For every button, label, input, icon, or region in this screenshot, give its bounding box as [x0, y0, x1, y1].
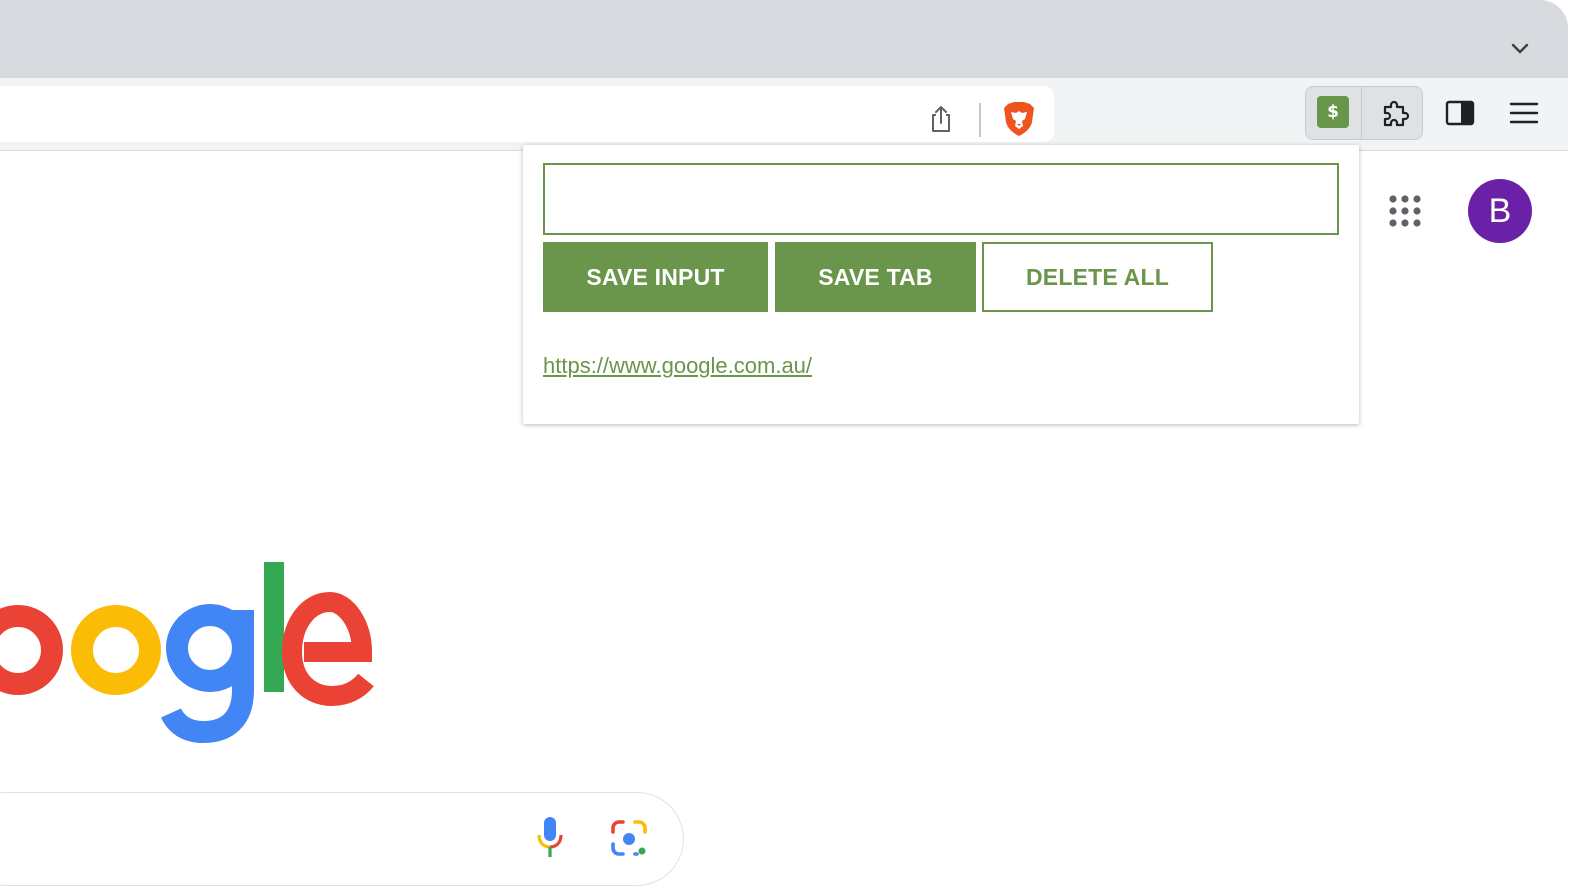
tab-strip: [0, 0, 1568, 78]
lens-search-button[interactable]: [606, 815, 652, 861]
saved-lead-link[interactable]: https://www.google.com.au/: [543, 353, 812, 379]
save-tab-button[interactable]: SAVE TAB: [775, 242, 976, 312]
apps-grid-icon: [1389, 195, 1421, 227]
browser-menu-button[interactable]: [1504, 93, 1544, 133]
side-panel-icon: [1445, 100, 1475, 126]
tab-search-button[interactable]: [1505, 33, 1535, 63]
share-button[interactable]: [922, 100, 960, 138]
camera-lens-icon: [611, 820, 647, 856]
window-edge: [1568, 0, 1576, 889]
extensions-button[interactable]: [1376, 93, 1416, 133]
microphone-icon: [537, 817, 563, 857]
dollar-icon: $: [1317, 96, 1349, 128]
toolbar: $: [0, 78, 1568, 151]
leads-extension-popup: SAVE INPUT SAVE TAB DELETE ALL https://w…: [523, 145, 1359, 424]
address-bar[interactable]: [0, 86, 1054, 142]
browser-window: $ B SAVE INPUT SAVE TAB DELETE ALL https…: [0, 0, 1576, 889]
brave-lion-icon: [1004, 102, 1034, 136]
delete-all-button[interactable]: DELETE ALL: [982, 242, 1213, 312]
lead-input[interactable]: [543, 163, 1339, 235]
google-search-box[interactable]: [0, 792, 684, 886]
side-panel-button[interactable]: [1440, 93, 1480, 133]
google-logo: oogle: [0, 562, 374, 744]
chevron-down-icon: [1511, 43, 1529, 54]
profile-avatar[interactable]: B: [1468, 179, 1532, 243]
save-input-button[interactable]: SAVE INPUT: [543, 242, 768, 312]
extension-separator: [1361, 87, 1362, 139]
voice-search-button[interactable]: [530, 812, 570, 862]
puzzle-icon: [1383, 100, 1410, 127]
omnibox-divider: [979, 103, 981, 137]
leads-extension-button[interactable]: $: [1314, 93, 1352, 131]
share-icon: [932, 106, 950, 132]
google-apps-button[interactable]: [1382, 188, 1428, 234]
brave-shields-button[interactable]: [998, 98, 1040, 140]
hamburger-menu-icon: [1509, 102, 1539, 124]
